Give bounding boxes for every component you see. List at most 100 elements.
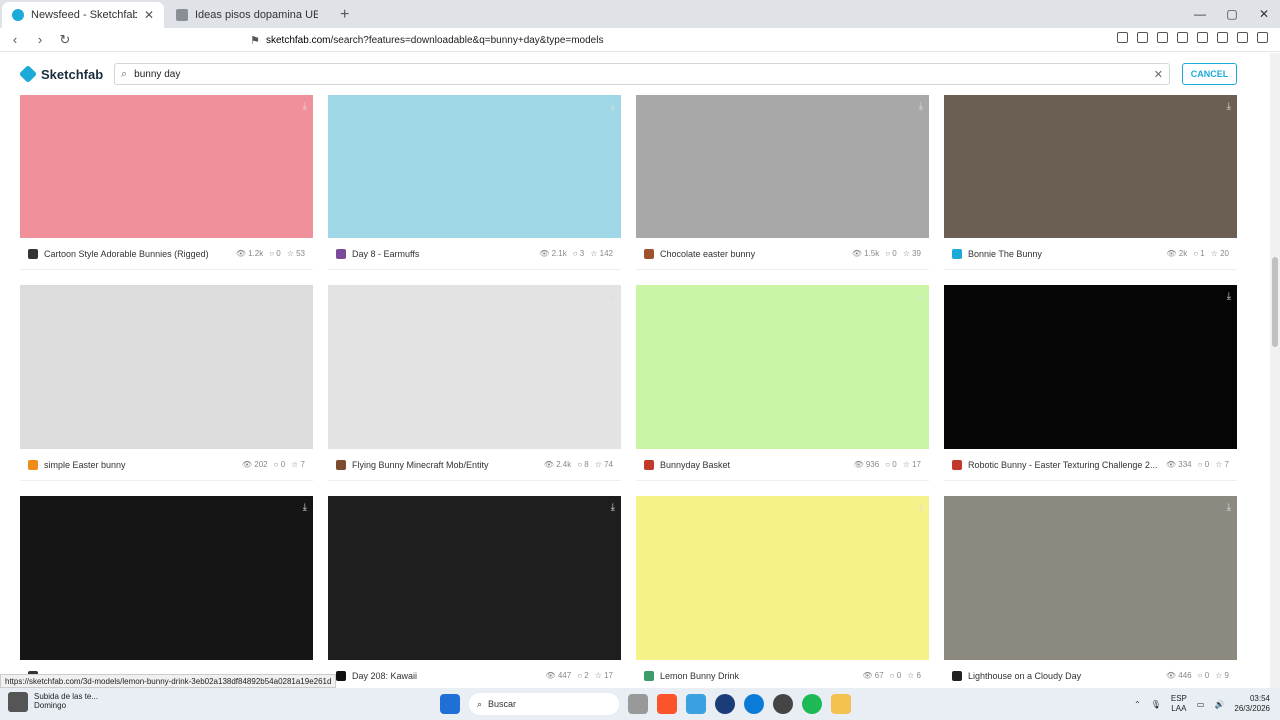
volume-icon[interactable]: 🔊: [1214, 700, 1224, 709]
scrollbar-thumb[interactable]: [1272, 257, 1278, 347]
model-card[interactable]: ⤓ Lighthouse on a Cloudy Day 👁 446 ○ 0 ☆ 9: [944, 496, 1237, 688]
model-thumbnail[interactable]: ⤓: [328, 285, 621, 449]
download-icon[interactable]: ⤓: [919, 101, 923, 112]
close-window-icon[interactable]: ✕: [1248, 0, 1280, 28]
download-icon[interactable]: ⤓: [303, 291, 307, 302]
language-indicator[interactable]: ESP LAA: [1171, 694, 1187, 714]
cancel-button[interactable]: CANCEL: [1182, 63, 1237, 85]
edge-icon[interactable]: [744, 694, 764, 714]
model-card[interactable]: ⤓ Robotic Bunny - Easter Texturing Challe…: [944, 285, 1237, 481]
author-avatar[interactable]: [28, 248, 38, 259]
bookmark-icon[interactable]: ⚑: [250, 34, 260, 47]
author-avatar[interactable]: [336, 670, 346, 681]
task-view-icon[interactable]: [628, 694, 648, 714]
tab-newsfeed[interactable]: Newsfeed - Sketchfab ✕: [2, 2, 164, 28]
model-card[interactable]: ⤓ Bonnie The Bunny 👁 2k ○ 1 ☆ 20: [944, 95, 1237, 270]
model-thumbnail[interactable]: ⤓: [20, 95, 313, 238]
clock[interactable]: 03:54 26/3/2026: [1234, 694, 1270, 714]
spotify-icon[interactable]: [802, 694, 822, 714]
author-avatar[interactable]: [644, 459, 654, 470]
author-avatar[interactable]: [28, 459, 38, 470]
model-card[interactable]: ⤓ Day 8 - Earmuffs 👁 2.1k ○ 3 ☆ 142: [328, 95, 621, 270]
model-name[interactable]: Lighthouse on a Cloudy Day: [968, 671, 1166, 681]
close-tab-icon[interactable]: ✕: [144, 8, 154, 22]
download-icon[interactable]: ⤓: [919, 502, 923, 513]
model-thumbnail[interactable]: ⤓: [636, 496, 929, 660]
model-name[interactable]: Day 208: Kawaii: [352, 671, 545, 681]
fortnite-icon[interactable]: [686, 694, 706, 714]
model-thumbnail[interactable]: ⤓: [944, 496, 1237, 660]
model-name[interactable]: simple Easter bunny: [44, 460, 242, 470]
start-icon[interactable]: [440, 694, 460, 714]
author-avatar[interactable]: [644, 248, 654, 259]
model-thumbnail[interactable]: ⤓: [328, 496, 621, 660]
model-name[interactable]: Cartoon Style Adorable Bunnies (Rigged): [44, 249, 236, 259]
download-icon[interactable]: [1157, 32, 1168, 43]
model-card[interactable]: ⤓ simple Easter bunny 👁 202 ○ 0 ☆ 7: [20, 285, 313, 481]
model-card[interactable]: ⤓: [20, 496, 313, 688]
model-thumbnail[interactable]: ⤓: [20, 285, 313, 449]
model-thumbnail[interactable]: ⤓: [328, 95, 621, 238]
model-thumbnail[interactable]: ⤓: [20, 496, 313, 660]
model-card[interactable]: ⤓ Day 208: Kawaii 👁 447 ○ 2 ☆ 17: [328, 496, 621, 688]
menu-icon[interactable]: [1257, 32, 1268, 43]
download-icon[interactable]: ⤓: [919, 291, 923, 302]
clear-search-icon[interactable]: ✕: [1154, 68, 1163, 81]
model-name[interactable]: Lemon Bunny Drink: [660, 671, 862, 681]
screenshot-icon[interactable]: [1137, 32, 1148, 43]
author-avatar[interactable]: [952, 459, 962, 470]
sketchfab-logo[interactable]: Sketchfab: [18, 64, 103, 84]
model-thumbnail[interactable]: ⤓: [636, 95, 929, 238]
download-icon[interactable]: ⤓: [611, 291, 615, 302]
download-icon[interactable]: ⤓: [1227, 101, 1231, 112]
back-icon[interactable]: ‹: [5, 32, 25, 47]
network-icon[interactable]: ▭: [1197, 700, 1205, 709]
author-avatar[interactable]: [336, 459, 346, 470]
chevron-up-icon[interactable]: ⌃: [1134, 700, 1141, 709]
leo-icon[interactable]: [1217, 32, 1228, 43]
model-name[interactable]: Bunnyday Basket: [660, 460, 853, 470]
download-icon[interactable]: ⤓: [303, 502, 307, 513]
model-card[interactable]: ⤓ Chocolate easter bunny 👁 1.5k ○ 0 ☆ 39: [636, 95, 929, 270]
reload-icon[interactable]: ↻: [55, 32, 75, 48]
search-input[interactable]: ⌕ bunny day ✕: [114, 63, 1170, 85]
author-avatar[interactable]: [952, 248, 962, 259]
download-icon[interactable]: ⤓: [1227, 291, 1231, 302]
new-tab-button[interactable]: +: [340, 6, 349, 28]
download-icon[interactable]: ⤓: [611, 502, 615, 513]
extensions-icon[interactable]: [1117, 32, 1128, 43]
author-avatar[interactable]: [336, 248, 346, 259]
page-scrollbar[interactable]: [1270, 53, 1280, 688]
model-thumbnail[interactable]: ⤓: [944, 95, 1237, 238]
maximize-icon[interactable]: ▢: [1216, 0, 1248, 28]
weather-widget[interactable]: Subida de las te... Domingo: [8, 692, 98, 712]
download-icon[interactable]: ⤓: [611, 101, 615, 112]
tab-ideas[interactable]: Ideas pisos dopamina UEFN: [166, 2, 328, 28]
model-name[interactable]: Flying Bunny Minecraft Mob/Entity: [352, 460, 544, 470]
file-explorer-icon[interactable]: [831, 694, 851, 714]
sidebar-icon[interactable]: [1177, 32, 1188, 43]
vpn-icon[interactable]: [1237, 32, 1248, 43]
author-avatar[interactable]: [952, 670, 962, 681]
model-thumbnail[interactable]: ⤓: [636, 285, 929, 449]
author-avatar[interactable]: [644, 670, 654, 681]
unreal-icon[interactable]: [715, 694, 735, 714]
minimize-icon[interactable]: —: [1184, 0, 1216, 28]
model-card[interactable]: ⤓ Lemon Bunny Drink 👁 67 ○ 0 ☆ 6: [636, 496, 929, 688]
forward-icon[interactable]: ›: [30, 32, 50, 47]
model-name[interactable]: Chocolate easter bunny: [660, 249, 852, 259]
model-name[interactable]: Bonnie The Bunny: [968, 249, 1166, 259]
download-icon[interactable]: ⤓: [303, 101, 307, 112]
model-name[interactable]: Day 8 - Earmuffs: [352, 249, 539, 259]
wallet-icon[interactable]: [1197, 32, 1208, 43]
taskbar-search[interactable]: ⌕ Buscar: [469, 693, 619, 715]
download-icon[interactable]: ⤓: [1227, 502, 1231, 513]
brave-icon[interactable]: [657, 694, 677, 714]
model-card[interactable]: ⤓ Cartoon Style Adorable Bunnies (Rigged)…: [20, 95, 313, 270]
microphone-icon[interactable]: 🎙: [1151, 700, 1161, 709]
model-card[interactable]: ⤓ Flying Bunny Minecraft Mob/Entity 👁 2.4k…: [328, 285, 621, 481]
model-thumbnail[interactable]: ⤓: [944, 285, 1237, 449]
model-name[interactable]: Robotic Bunny - Easter Texturing Challen…: [968, 460, 1166, 470]
model-card[interactable]: ⤓ Bunnyday Basket 👁 936 ○ 0 ☆ 17: [636, 285, 929, 481]
chatgpt-icon[interactable]: [773, 694, 793, 714]
